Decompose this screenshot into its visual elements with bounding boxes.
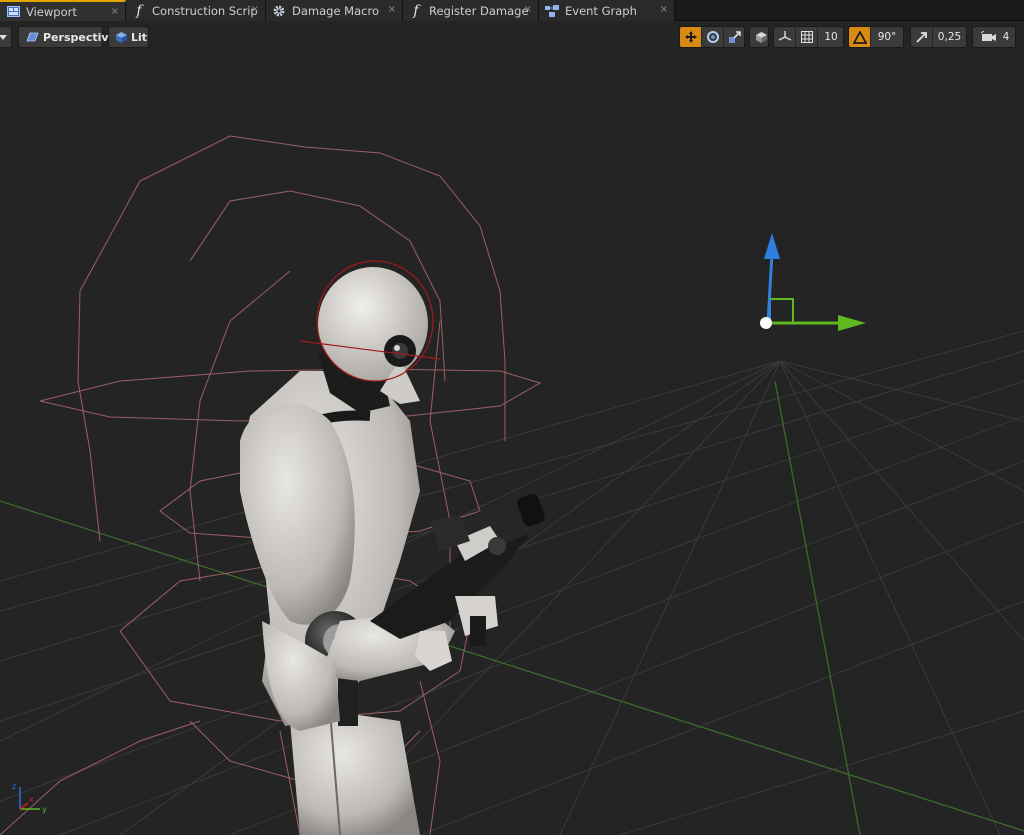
tab-label: Register Damage [429,3,529,18]
tab-viewport[interactable]: Viewport × [0,0,126,21]
tab-construction-script[interactable]: f Construction Scrip × [126,0,266,21]
tab-label: Viewport [26,4,77,19]
viewport[interactable]: Perspective Lit 10 90° 0,25 4 z y x [0,21,1024,835]
tab-event-graph[interactable]: Event Graph × [539,0,675,21]
rotate-icon [706,31,719,43]
lit-label: Lit [131,30,148,44]
function-icon: f [413,2,419,19]
translate-mode-button[interactable] [680,27,702,47]
lit-cube-icon [115,31,128,44]
tab-bar-empty-area [675,0,1024,20]
macro-gear-icon [272,4,286,18]
scale-icon [729,31,741,43]
grid-snap-group: 10 [773,26,844,48]
rotation-snap-value[interactable]: 90° [871,27,903,47]
scale-mode-button[interactable] [724,27,744,47]
close-icon[interactable]: × [524,4,532,15]
camera-speed-group: 4 [972,26,1016,48]
axis-y-label: y [42,805,47,814]
axis-z-label: z [12,782,16,791]
gizmo-y-arrowhead[interactable] [838,315,866,331]
scale-snap-icon [916,31,927,43]
chevron-down-icon [0,34,7,40]
translation-gizmo[interactable] [760,233,866,331]
angle-snap-icon [852,30,867,44]
rotation-snap-toggle[interactable] [849,27,871,47]
event-graph-icon [545,4,559,18]
floor-grid [0,330,1024,835]
close-icon[interactable]: × [111,6,119,17]
transform-mode-group [679,26,745,48]
rotate-mode-button[interactable] [702,27,724,47]
grid-snap-value[interactable]: 10 [818,27,843,47]
axis-orientation-indicator: z y x [12,782,47,814]
gizmo-plane-handle[interactable] [770,298,794,323]
gizmo-pivot[interactable] [760,317,772,329]
gizmo-z-arrowhead[interactable] [764,233,780,259]
tab-label: Event Graph [565,3,637,18]
surface-snap-button[interactable] [774,27,796,47]
perspective-label: Perspective [43,30,117,44]
scale-snap-group: 0,25 [910,26,967,48]
perspective-icon [25,32,39,42]
coordinate-space-button[interactable] [750,27,768,47]
close-icon[interactable]: × [251,4,259,15]
axis-x-label: x [29,795,34,804]
viewport-options-dropdown[interactable] [0,26,12,48]
document-tab-bar: Viewport × f Construction Scrip × Damage… [0,0,1024,21]
tab-damage-macro[interactable]: Damage Macro × [266,0,403,21]
tab-label: Construction Scrip [152,3,258,18]
translate-icon [684,31,697,43]
scale-snap-toggle[interactable] [911,27,933,47]
camera-speed-button[interactable]: 4 [973,27,1015,47]
scale-snap-value[interactable]: 0,25 [933,27,966,47]
close-icon[interactable]: × [388,4,396,15]
camera-icon [980,31,996,41]
close-icon[interactable]: × [660,4,668,15]
view-mode-lit-button[interactable]: Lit [108,26,149,48]
function-icon: f [136,2,142,19]
character-mesh[interactable] [240,260,546,835]
camera-speed-value: 4 [1002,31,1010,43]
surface-snap-icon [778,31,791,41]
world-local-group [749,26,769,48]
viewport-icon [6,5,20,19]
tab-label: Damage Macro [292,3,379,18]
viewport-scene[interactable] [0,21,1024,835]
perspective-button[interactable]: Perspective [18,26,116,48]
local-space-cube-icon [755,31,767,43]
tab-register-damage[interactable]: f Register Damage × [403,0,539,21]
rotation-snap-group: 90° [848,26,904,48]
grid-icon [800,31,813,43]
grid-snap-toggle[interactable] [796,27,818,47]
